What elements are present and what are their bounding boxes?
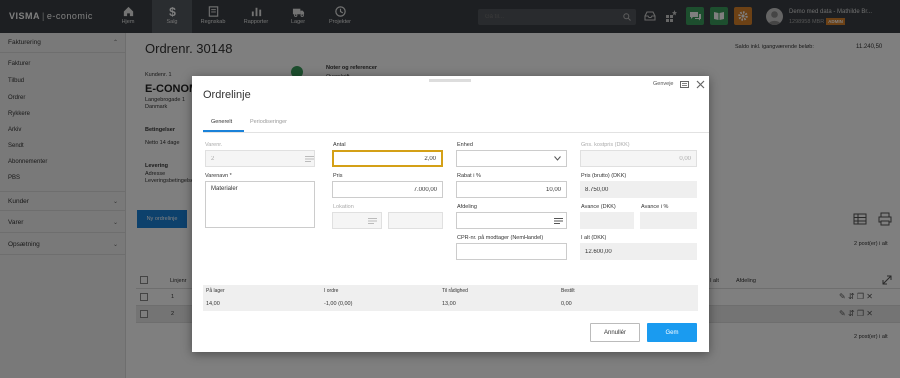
enhed-label: Enhed (457, 142, 473, 148)
shortcuts-link[interactable]: Genveje (653, 81, 674, 87)
i-alt-label: I alt (DKK) (581, 235, 607, 241)
keyboard-icon[interactable] (680, 81, 689, 88)
kostpris-label: Gns. kostpris (DKK) (581, 142, 630, 148)
lokation-label: Lokation (333, 204, 354, 210)
list-lookup-icon (305, 156, 314, 162)
avance-pct-field (640, 212, 697, 229)
pris-field[interactable] (332, 181, 443, 198)
i-alt-field (580, 243, 697, 260)
avance-pct-label: Avance i % (641, 204, 669, 210)
rabat-field[interactable] (456, 181, 567, 198)
varenr-field (205, 150, 315, 167)
tab-periodiseringer[interactable]: Periodiseringer (250, 119, 287, 125)
close-icon[interactable] (696, 80, 705, 89)
chevron-down-icon (554, 156, 561, 161)
avance-label: Avance (DKK) (581, 204, 616, 210)
list-lookup-icon[interactable] (554, 218, 563, 224)
save-button[interactable]: Gem (647, 323, 697, 342)
cpr-field[interactable] (456, 243, 567, 260)
drag-handle[interactable] (429, 79, 471, 82)
order-line-dialog: Ordrelinje Genveje Generelt Periodiserin… (192, 76, 709, 352)
afdeling-label: Afdeling (457, 204, 477, 210)
avance-field (580, 212, 634, 229)
enhed-select[interactable] (456, 150, 567, 167)
antal-field[interactable] (332, 150, 443, 167)
varenavn-field[interactable]: Materialer (205, 181, 315, 228)
tab-divider (203, 132, 709, 133)
afdeling-field[interactable] (456, 212, 567, 229)
pris-brutto-label: Pris (brutto) (DKK) (581, 173, 627, 179)
varenr-label: Varenr. (205, 142, 223, 148)
tab-generelt[interactable]: Generelt (211, 119, 232, 125)
rabat-label: Rabat i % (457, 173, 481, 179)
antal-label: Antal (333, 142, 346, 148)
summary-value-bestilt: 0,00 (561, 301, 572, 307)
summary-value-paa-lager: 14,00 (206, 301, 220, 307)
pris-brutto-field (580, 181, 697, 198)
stock-summary: På lager 14,00 I ordre -1,00 (0,00) Til … (203, 285, 698, 311)
cancel-button[interactable]: Annullér (590, 323, 640, 342)
lokation-secondary-field (388, 212, 443, 229)
varenavn-label: Varenavn * (205, 173, 232, 179)
summary-value-til-raadighed: 13,00 (442, 301, 456, 307)
kostpris-field (580, 150, 697, 167)
dialog-title: Ordrelinje (203, 89, 251, 101)
summary-label-i-ordre: I ordre (324, 288, 339, 294)
list-lookup-icon (368, 218, 377, 224)
summary-label-til-raadighed: Til rådighed (442, 288, 468, 294)
summary-label-bestilt: Bestilt (561, 288, 575, 294)
summary-label-paa-lager: På lager (206, 288, 225, 294)
pris-label: Pris (333, 173, 343, 179)
cpr-label: CPR-nr. på modtager (NemHandel) (457, 235, 544, 241)
summary-value-i-ordre: -1,00 (0,00) (324, 301, 353, 307)
